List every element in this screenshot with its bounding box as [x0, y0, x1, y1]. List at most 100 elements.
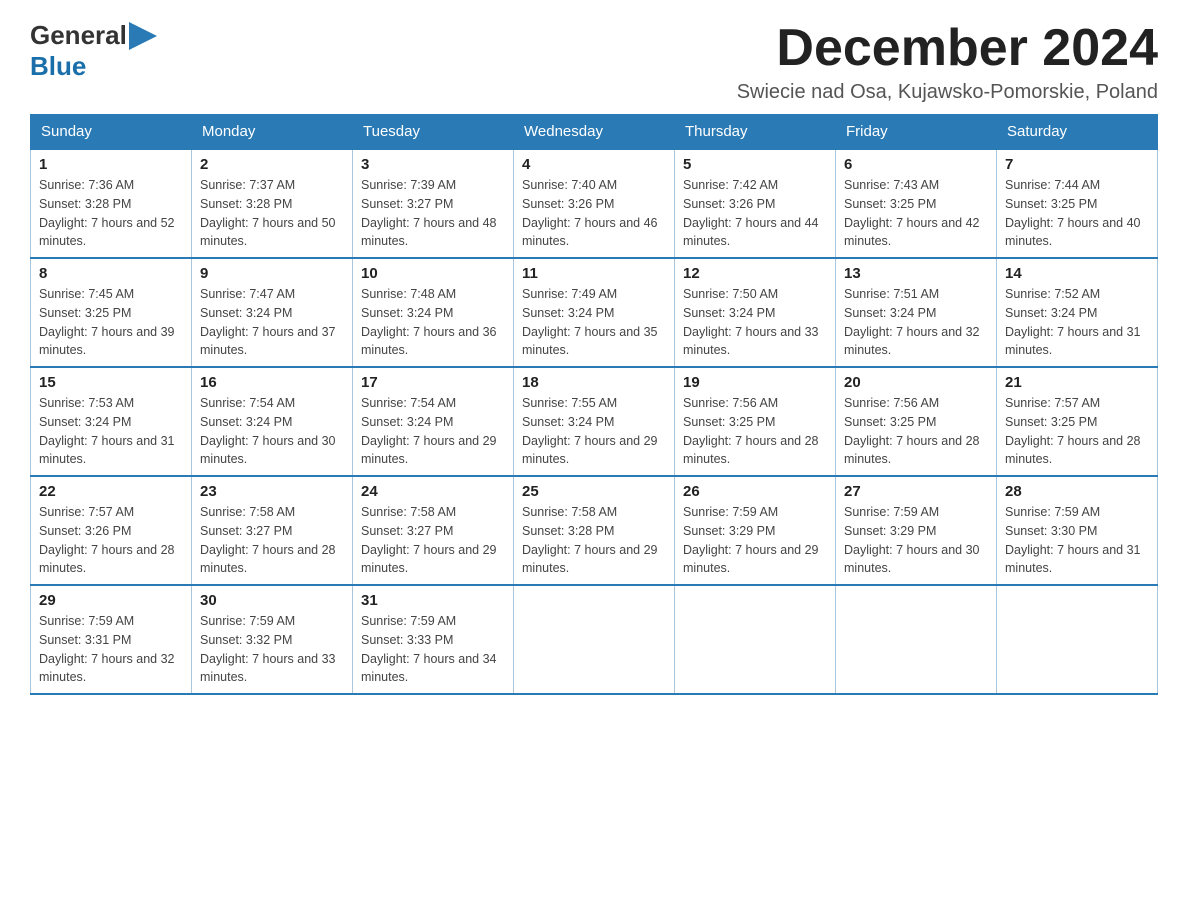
day-info: Sunrise: 7:54 AMSunset: 3:24 PMDaylight:… [200, 396, 336, 466]
day-number: 20 [844, 374, 988, 391]
header-saturday: Saturday [997, 115, 1158, 150]
calendar-cell: 21 Sunrise: 7:57 AMSunset: 3:25 PMDaylig… [997, 367, 1158, 476]
header-friday: Friday [836, 115, 997, 150]
calendar-cell: 25 Sunrise: 7:58 AMSunset: 3:28 PMDaylig… [514, 476, 675, 585]
header: General Blue December 2024 Swiecie nad O… [30, 20, 1158, 104]
day-number: 19 [683, 374, 827, 391]
calendar-cell: 17 Sunrise: 7:54 AMSunset: 3:24 PMDaylig… [353, 367, 514, 476]
day-info: Sunrise: 7:59 AMSunset: 3:33 PMDaylight:… [361, 614, 497, 684]
day-number: 1 [39, 156, 183, 173]
day-info: Sunrise: 7:58 AMSunset: 3:28 PMDaylight:… [522, 505, 658, 575]
calendar-cell: 3 Sunrise: 7:39 AMSunset: 3:27 PMDayligh… [353, 149, 514, 258]
calendar-cell: 19 Sunrise: 7:56 AMSunset: 3:25 PMDaylig… [675, 367, 836, 476]
day-info: Sunrise: 7:36 AMSunset: 3:28 PMDaylight:… [39, 178, 175, 248]
day-info: Sunrise: 7:59 AMSunset: 3:31 PMDaylight:… [39, 614, 175, 684]
day-number: 28 [1005, 483, 1149, 500]
header-sunday: Sunday [31, 115, 192, 150]
calendar-cell: 7 Sunrise: 7:44 AMSunset: 3:25 PMDayligh… [997, 149, 1158, 258]
calendar-cell: 27 Sunrise: 7:59 AMSunset: 3:29 PMDaylig… [836, 476, 997, 585]
calendar-cell: 23 Sunrise: 7:58 AMSunset: 3:27 PMDaylig… [192, 476, 353, 585]
day-info: Sunrise: 7:59 AMSunset: 3:29 PMDaylight:… [683, 505, 819, 575]
day-number: 31 [361, 592, 505, 609]
day-info: Sunrise: 7:40 AMSunset: 3:26 PMDaylight:… [522, 178, 658, 248]
day-number: 7 [1005, 156, 1149, 173]
title-area: December 2024 Swiecie nad Osa, Kujawsko-… [737, 20, 1158, 104]
day-number: 3 [361, 156, 505, 173]
day-number: 8 [39, 265, 183, 282]
calendar-cell: 15 Sunrise: 7:53 AMSunset: 3:24 PMDaylig… [31, 367, 192, 476]
calendar-cell: 26 Sunrise: 7:59 AMSunset: 3:29 PMDaylig… [675, 476, 836, 585]
header-wednesday: Wednesday [514, 115, 675, 150]
day-info: Sunrise: 7:55 AMSunset: 3:24 PMDaylight:… [522, 396, 658, 466]
day-info: Sunrise: 7:54 AMSunset: 3:24 PMDaylight:… [361, 396, 497, 466]
header-monday: Monday [192, 115, 353, 150]
calendar-table: Sunday Monday Tuesday Wednesday Thursday… [30, 114, 1158, 695]
day-number: 12 [683, 265, 827, 282]
calendar-week-1: 1 Sunrise: 7:36 AMSunset: 3:28 PMDayligh… [31, 149, 1158, 258]
day-number: 25 [522, 483, 666, 500]
day-number: 11 [522, 265, 666, 282]
calendar-cell: 14 Sunrise: 7:52 AMSunset: 3:24 PMDaylig… [997, 258, 1158, 367]
day-number: 30 [200, 592, 344, 609]
header-tuesday: Tuesday [353, 115, 514, 150]
calendar-cell: 1 Sunrise: 7:36 AMSunset: 3:28 PMDayligh… [31, 149, 192, 258]
day-info: Sunrise: 7:42 AMSunset: 3:26 PMDaylight:… [683, 178, 819, 248]
calendar-header-row: Sunday Monday Tuesday Wednesday Thursday… [31, 115, 1158, 150]
day-number: 2 [200, 156, 344, 173]
calendar-cell: 31 Sunrise: 7:59 AMSunset: 3:33 PMDaylig… [353, 585, 514, 694]
day-info: Sunrise: 7:58 AMSunset: 3:27 PMDaylight:… [200, 505, 336, 575]
day-info: Sunrise: 7:47 AMSunset: 3:24 PMDaylight:… [200, 287, 336, 357]
header-thursday: Thursday [675, 115, 836, 150]
day-number: 29 [39, 592, 183, 609]
calendar-cell: 9 Sunrise: 7:47 AMSunset: 3:24 PMDayligh… [192, 258, 353, 367]
day-info: Sunrise: 7:56 AMSunset: 3:25 PMDaylight:… [683, 396, 819, 466]
day-number: 18 [522, 374, 666, 391]
calendar-cell: 30 Sunrise: 7:59 AMSunset: 3:32 PMDaylig… [192, 585, 353, 694]
day-number: 10 [361, 265, 505, 282]
day-info: Sunrise: 7:49 AMSunset: 3:24 PMDaylight:… [522, 287, 658, 357]
day-info: Sunrise: 7:57 AMSunset: 3:25 PMDaylight:… [1005, 396, 1141, 466]
logo-arrow-icon [129, 22, 157, 50]
calendar-cell [675, 585, 836, 694]
calendar-cell: 22 Sunrise: 7:57 AMSunset: 3:26 PMDaylig… [31, 476, 192, 585]
calendar-cell: 13 Sunrise: 7:51 AMSunset: 3:24 PMDaylig… [836, 258, 997, 367]
calendar-cell: 24 Sunrise: 7:58 AMSunset: 3:27 PMDaylig… [353, 476, 514, 585]
calendar-cell: 29 Sunrise: 7:59 AMSunset: 3:31 PMDaylig… [31, 585, 192, 694]
day-info: Sunrise: 7:52 AMSunset: 3:24 PMDaylight:… [1005, 287, 1141, 357]
day-info: Sunrise: 7:43 AMSunset: 3:25 PMDaylight:… [844, 178, 980, 248]
day-number: 6 [844, 156, 988, 173]
calendar-cell: 12 Sunrise: 7:50 AMSunset: 3:24 PMDaylig… [675, 258, 836, 367]
calendar-cell [514, 585, 675, 694]
day-info: Sunrise: 7:59 AMSunset: 3:29 PMDaylight:… [844, 505, 980, 575]
day-info: Sunrise: 7:57 AMSunset: 3:26 PMDaylight:… [39, 505, 175, 575]
day-number: 24 [361, 483, 505, 500]
day-number: 17 [361, 374, 505, 391]
logo-blue-text: Blue [30, 51, 86, 82]
calendar-cell: 11 Sunrise: 7:49 AMSunset: 3:24 PMDaylig… [514, 258, 675, 367]
calendar-week-2: 8 Sunrise: 7:45 AMSunset: 3:25 PMDayligh… [31, 258, 1158, 367]
calendar-cell [997, 585, 1158, 694]
day-info: Sunrise: 7:39 AMSunset: 3:27 PMDaylight:… [361, 178, 497, 248]
logo: General Blue [30, 20, 157, 82]
calendar-cell: 10 Sunrise: 7:48 AMSunset: 3:24 PMDaylig… [353, 258, 514, 367]
logo-general-text: General [30, 20, 127, 51]
location-subtitle: Swiecie nad Osa, Kujawsko-Pomorskie, Pol… [737, 81, 1158, 104]
calendar-cell: 28 Sunrise: 7:59 AMSunset: 3:30 PMDaylig… [997, 476, 1158, 585]
day-info: Sunrise: 7:51 AMSunset: 3:24 PMDaylight:… [844, 287, 980, 357]
day-number: 23 [200, 483, 344, 500]
calendar-cell: 2 Sunrise: 7:37 AMSunset: 3:28 PMDayligh… [192, 149, 353, 258]
day-info: Sunrise: 7:59 AMSunset: 3:30 PMDaylight:… [1005, 505, 1141, 575]
day-number: 9 [200, 265, 344, 282]
day-number: 26 [683, 483, 827, 500]
calendar-week-4: 22 Sunrise: 7:57 AMSunset: 3:26 PMDaylig… [31, 476, 1158, 585]
day-info: Sunrise: 7:59 AMSunset: 3:32 PMDaylight:… [200, 614, 336, 684]
day-number: 14 [1005, 265, 1149, 282]
calendar-cell: 4 Sunrise: 7:40 AMSunset: 3:26 PMDayligh… [514, 149, 675, 258]
day-number: 4 [522, 156, 666, 173]
day-info: Sunrise: 7:37 AMSunset: 3:28 PMDaylight:… [200, 178, 336, 248]
day-number: 27 [844, 483, 988, 500]
day-number: 16 [200, 374, 344, 391]
day-info: Sunrise: 7:58 AMSunset: 3:27 PMDaylight:… [361, 505, 497, 575]
day-info: Sunrise: 7:44 AMSunset: 3:25 PMDaylight:… [1005, 178, 1141, 248]
calendar-cell [836, 585, 997, 694]
